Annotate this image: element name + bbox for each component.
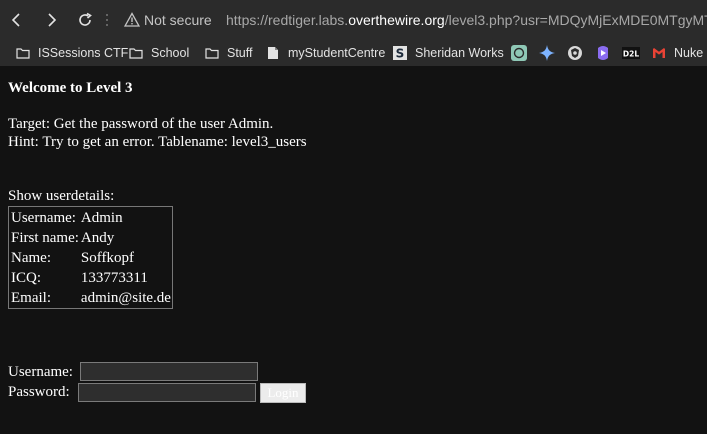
bookmark-nuke[interactable]: Nuke xyxy=(652,44,703,62)
forward-button[interactable] xyxy=(40,9,62,31)
svg-text:D2L: D2L xyxy=(623,50,639,59)
username-input[interactable] xyxy=(80,362,258,381)
bookmark-chatgpt[interactable] xyxy=(511,45,527,61)
bookmark-copilot[interactable] xyxy=(595,45,611,61)
reload-icon xyxy=(79,12,92,26)
chatgpt-icon xyxy=(511,45,527,61)
warning-icon[interactable] xyxy=(124,12,140,28)
password-label: Password: xyxy=(8,384,70,400)
login-button[interactable]: Login xyxy=(260,383,306,403)
url-path: /level3.php?usr=MDQyMjExMDE0MTgyMTQw xyxy=(444,12,707,28)
reload-button[interactable] xyxy=(74,9,96,31)
detail-value: Admin xyxy=(80,209,123,226)
page-content: Welcome to Level 3 Target: Get the passw… xyxy=(0,66,707,434)
folder-icon xyxy=(205,46,219,60)
browser-window: Not secure https://redtiger.labs.overthe… xyxy=(0,0,707,434)
detail-value: Andy xyxy=(80,229,115,246)
table-row: Username: Admin xyxy=(10,208,171,227)
address-divider xyxy=(106,14,108,28)
sparkle-icon xyxy=(539,45,555,61)
back-button[interactable] xyxy=(6,9,28,31)
forward-arrow-icon xyxy=(48,13,57,27)
detail-value: 133773311 xyxy=(80,269,148,286)
username-label: Username: xyxy=(8,364,73,380)
detail-value: admin@site.de xyxy=(80,289,171,306)
detail-label: ICQ: xyxy=(11,269,41,286)
bookmark-label: Nuke xyxy=(674,46,704,60)
table-row: Name: Soffkopf xyxy=(10,248,171,267)
bookmark-mystudentcentre[interactable]: myStudentCentre xyxy=(266,44,385,62)
bookmark-stuff[interactable]: Stuff xyxy=(205,44,252,62)
address-bar[interactable]: https://redtiger.labs.overthewire.org/le… xyxy=(226,12,707,28)
bookmark-gemini[interactable] xyxy=(539,45,555,61)
detail-label: Name: xyxy=(11,249,51,266)
bookmark-crest[interactable] xyxy=(567,45,583,61)
detail-label: First name: xyxy=(11,229,79,246)
bookmark-label: Stuff xyxy=(227,46,253,60)
copilot-icon xyxy=(598,46,608,60)
browser-toolbar: Not secure https://redtiger.labs.overthe… xyxy=(0,0,707,40)
table-row: ICQ: 133773311 xyxy=(10,268,171,287)
bookmark-label: ISSessions CTF xyxy=(38,46,129,60)
url-host: overthewire.org xyxy=(348,12,445,28)
bookmark-school[interactable]: School xyxy=(129,44,189,62)
bookmark-d2l[interactable]: D2L xyxy=(622,45,640,61)
crest-icon xyxy=(568,46,582,60)
folder-icon xyxy=(129,46,143,60)
svg-text:S: S xyxy=(396,47,405,61)
detail-value: Soffkopf xyxy=(80,249,134,266)
page-icon xyxy=(266,46,280,60)
security-status[interactable]: Not secure xyxy=(144,12,212,28)
bookmarks-bar: ISSessions CTF School Stuff myStudentCen… xyxy=(0,40,707,66)
bookmark-issessions-ctf[interactable]: ISSessions CTF xyxy=(16,44,128,62)
hint-text: Hint: Try to get an error. Tablename: le… xyxy=(8,134,307,150)
back-arrow-icon xyxy=(11,13,20,27)
table-row: First name: Andy xyxy=(10,228,171,247)
detail-label: Email: xyxy=(11,289,51,306)
sheridan-icon: S xyxy=(393,46,407,60)
url-prefix: https://redtiger.labs. xyxy=(226,12,349,28)
userdetails-table: Username: Admin First name: Andy Name: S… xyxy=(8,206,173,309)
password-input[interactable] xyxy=(78,383,256,402)
bookmark-sheridan-works[interactable]: S Sheridan Works xyxy=(393,44,504,62)
detail-label: Username: xyxy=(11,209,76,226)
target-text: Target: Get the password of the user Adm… xyxy=(8,116,274,132)
bookmark-label: Sheridan Works xyxy=(415,46,504,60)
gmail-icon xyxy=(652,46,666,60)
show-userdetails-label: Show userdetails: xyxy=(8,188,115,204)
bookmark-label: myStudentCentre xyxy=(288,46,386,60)
bookmark-label: School xyxy=(151,46,190,60)
page-title: Welcome to Level 3 xyxy=(8,80,133,96)
d2l-icon: D2L xyxy=(622,47,640,59)
folder-icon xyxy=(16,46,30,60)
table-row: Email: admin@site.de xyxy=(10,288,171,307)
